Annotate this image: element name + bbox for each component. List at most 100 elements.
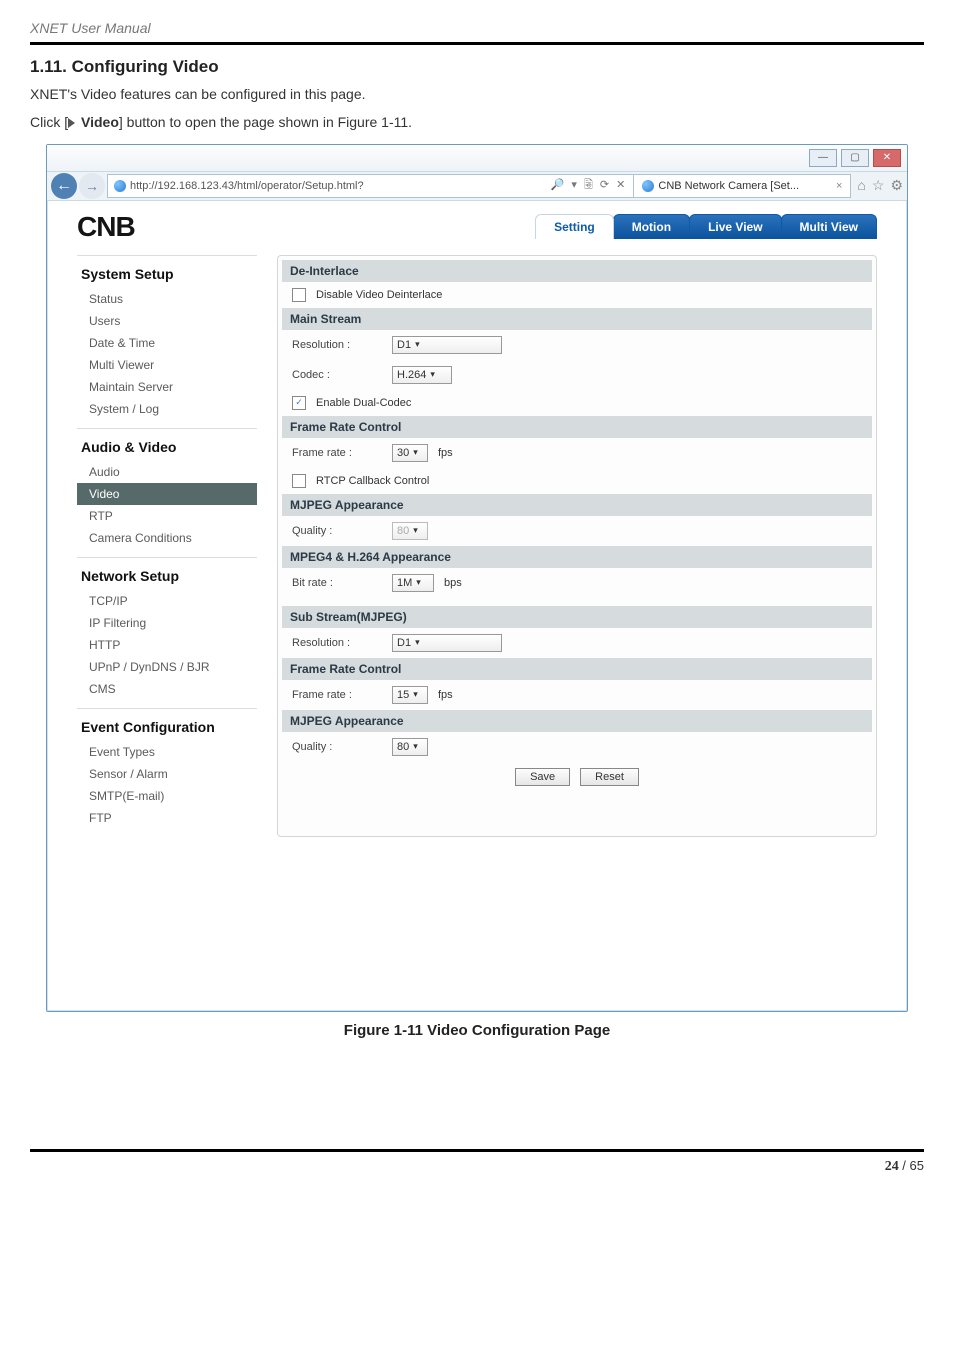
top-nav: CNB Setting Motion Live View Multi View xyxy=(77,211,877,243)
sidebar-item-http[interactable]: HTTP xyxy=(77,634,257,656)
panel-header-main-stream: Main Stream xyxy=(282,308,872,330)
tab-favicon-icon xyxy=(642,180,654,192)
select-main-resolution[interactable]: D1 xyxy=(392,336,502,354)
desc2-b: Video xyxy=(81,114,119,130)
unit-fps-main: fps xyxy=(438,447,453,459)
panel-header-deinterlace: De-Interlace xyxy=(282,260,872,282)
sidebar-item-multi-viewer[interactable]: Multi Viewer xyxy=(77,354,257,376)
label-frame-rate-main: Frame rate : xyxy=(292,447,382,459)
panel-header-mpeg-main: MPEG4 & H.264 Appearance xyxy=(282,546,872,568)
tab-setting[interactable]: Setting xyxy=(535,214,614,239)
label-resolution: Resolution : xyxy=(292,339,382,351)
sidebar-item-sensor-alarm[interactable]: Sensor / Alarm xyxy=(77,763,257,785)
label-sub-resolution: Resolution : xyxy=(292,637,382,649)
page-footer: 24 / 65 xyxy=(30,1149,924,1175)
sidebar-item-status[interactable]: Status xyxy=(77,288,257,310)
section-desc1: XNET's Video features can be configured … xyxy=(30,83,924,105)
figure-caption: Figure 1-11 Video Configuration Page xyxy=(30,1022,924,1039)
ie-icon xyxy=(114,180,126,192)
sidebar: System Setup Status Users Date & Time Mu… xyxy=(77,255,257,837)
url-tools[interactable]: 🔎 ▾ 🗟 ⟳ ✕ xyxy=(551,176,628,195)
tab-multi-view[interactable]: Multi View xyxy=(781,214,877,239)
sidebar-head-audio-video: Audio & Video xyxy=(77,435,257,461)
browser-window: — ▢ ✕ ← → http://192.168.123.43/html/ope… xyxy=(46,144,908,1012)
reset-button[interactable]: Reset xyxy=(580,768,639,786)
panel-header-frame-rate-sub: Frame Rate Control xyxy=(282,658,872,680)
tab-motion[interactable]: Motion xyxy=(613,214,690,239)
sidebar-item-tcpip[interactable]: TCP/IP xyxy=(77,590,257,612)
sidebar-item-video[interactable]: Video xyxy=(77,483,257,505)
unit-bps: bps xyxy=(444,577,462,589)
panel-header-frame-rate-main: Frame Rate Control xyxy=(282,416,872,438)
favorites-icon[interactable]: ☆ xyxy=(872,177,885,194)
tab-close-icon[interactable]: × xyxy=(836,180,842,192)
doc-header-title: XNET User Manual xyxy=(30,20,924,45)
section-desc2: Click [ Video] button to open the page s… xyxy=(30,111,924,133)
label-enable-dual-codec: Enable Dual-Codec xyxy=(316,397,411,409)
sidebar-item-rtp[interactable]: RTP xyxy=(77,505,257,527)
section-title: 1.11. Configuring Video xyxy=(30,57,924,77)
page-current: 24 xyxy=(885,1159,899,1174)
sidebar-item-users[interactable]: Users xyxy=(77,310,257,332)
tools-icon[interactable]: ⚙ xyxy=(890,177,903,194)
unit-fps-sub: fps xyxy=(438,689,453,701)
address-bar: ← → http://192.168.123.43/html/operator/… xyxy=(47,172,907,201)
sidebar-item-ftp[interactable]: FTP xyxy=(77,807,257,829)
tab-title: CNB Network Camera [Set... xyxy=(658,180,799,192)
select-sub-quality[interactable]: 80 xyxy=(392,738,428,756)
logo: CNB xyxy=(77,211,135,243)
window-minimize-button[interactable]: — xyxy=(809,149,837,167)
home-icon[interactable]: ⌂ xyxy=(857,177,865,194)
panel-header-mjpeg-main: MJPEG Appearance xyxy=(282,494,872,516)
label-frame-rate-sub: Frame rate : xyxy=(292,689,382,701)
sidebar-head-event-config: Event Configuration xyxy=(77,715,257,741)
label-rtcp: RTCP Callback Control xyxy=(316,475,429,487)
desc2-a: Click [ xyxy=(30,114,68,130)
checkbox-disable-deinterlace[interactable] xyxy=(292,288,306,302)
panel-header-mjpeg-sub: MJPEG Appearance xyxy=(282,710,872,732)
sidebar-item-smtp[interactable]: SMTP(E-mail) xyxy=(77,785,257,807)
sidebar-item-upnp-dyndns-bjr[interactable]: UPnP / DynDNS / BJR xyxy=(77,656,257,678)
window-close-button[interactable]: ✕ xyxy=(873,149,901,167)
window-titlebar: — ▢ ✕ xyxy=(47,145,907,172)
select-codec[interactable]: H.264 xyxy=(392,366,452,384)
sidebar-item-cms[interactable]: CMS xyxy=(77,678,257,700)
select-main-quality[interactable]: 80 xyxy=(392,522,428,540)
page-total: 65 xyxy=(910,1158,924,1173)
sidebar-item-maintain-server[interactable]: Maintain Server xyxy=(77,376,257,398)
sidebar-head-network-setup: Network Setup xyxy=(77,564,257,590)
select-main-framerate[interactable]: 30 xyxy=(392,444,428,462)
window-maximize-button[interactable]: ▢ xyxy=(841,149,869,167)
sidebar-item-audio[interactable]: Audio xyxy=(77,461,257,483)
label-codec: Codec : xyxy=(292,369,382,381)
checkbox-rtcp-callback[interactable] xyxy=(292,474,306,488)
sidebar-head-system-setup: System Setup xyxy=(77,262,257,288)
page-sep: / xyxy=(899,1158,910,1173)
settings-panel: De-Interlace Disable Video Deinterlace M… xyxy=(277,255,877,837)
select-bitrate[interactable]: 1M xyxy=(392,574,434,592)
triangle-icon xyxy=(68,118,75,128)
select-sub-resolution[interactable]: D1 xyxy=(392,634,502,652)
sidebar-item-date-time[interactable]: Date & Time xyxy=(77,332,257,354)
label-disable-deinterlace: Disable Video Deinterlace xyxy=(316,289,442,301)
label-bitrate: Bit rate : xyxy=(292,577,382,589)
checkbox-enable-dual-codec[interactable]: ✓ xyxy=(292,396,306,410)
label-quality-main: Quality : xyxy=(292,525,382,537)
url-field[interactable]: http://192.168.123.43/html/operator/Setu… xyxy=(107,174,634,198)
browser-toolbar-right: ⌂ ☆ ⚙ xyxy=(857,177,903,194)
url-text: http://192.168.123.43/html/operator/Setu… xyxy=(130,180,364,192)
tab-bar: Setting Motion Live View Multi View xyxy=(536,214,877,239)
nav-back-button[interactable]: ← xyxy=(51,173,77,199)
panel-header-sub-stream: Sub Stream(MJPEG) xyxy=(282,606,872,628)
sidebar-item-ip-filtering[interactable]: IP Filtering xyxy=(77,612,257,634)
browser-tab[interactable]: CNB Network Camera [Set... × xyxy=(634,174,851,198)
nav-forward-button[interactable]: → xyxy=(79,173,105,199)
sidebar-item-camera-conditions[interactable]: Camera Conditions xyxy=(77,527,257,549)
label-quality-sub: Quality : xyxy=(292,741,382,753)
save-button[interactable]: Save xyxy=(515,768,570,786)
tab-live-view[interactable]: Live View xyxy=(689,214,781,239)
sidebar-item-event-types[interactable]: Event Types xyxy=(77,741,257,763)
desc2-c: ] button to open the page shown in Figur… xyxy=(119,114,412,130)
select-sub-framerate[interactable]: 15 xyxy=(392,686,428,704)
sidebar-item-system-log[interactable]: System / Log xyxy=(77,398,257,420)
